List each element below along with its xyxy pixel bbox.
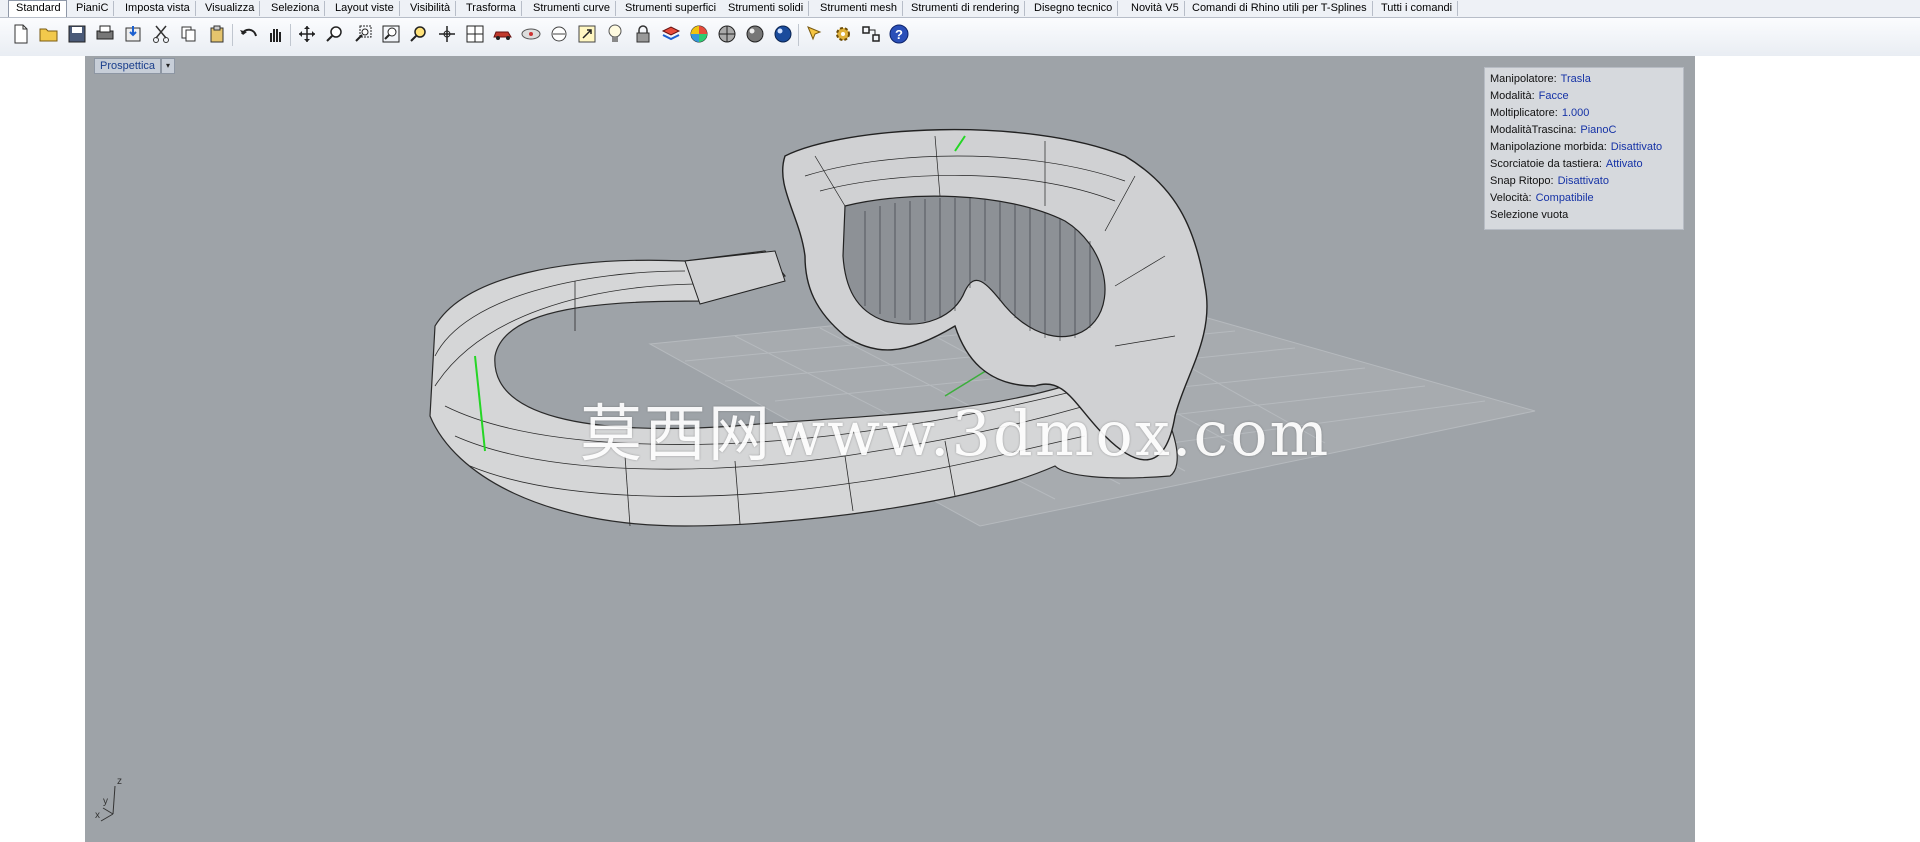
move-icon[interactable] bbox=[574, 21, 600, 47]
new-file-icon[interactable] bbox=[8, 21, 34, 47]
tab-strumenti-solidi[interactable]: Strumenti solidi bbox=[721, 1, 810, 16]
tab-disegno-tecnico[interactable]: Disegno tecnico bbox=[1027, 1, 1119, 16]
copy-icon[interactable] bbox=[176, 21, 202, 47]
gumball-row-snap-ritopo: Snap Ritopo: Disattivato bbox=[1490, 175, 1609, 187]
zoom-icon[interactable] bbox=[322, 21, 348, 47]
show-icon[interactable] bbox=[546, 21, 572, 47]
four-viewports-icon[interactable] bbox=[462, 21, 488, 47]
gumball-value[interactable]: Compatibile bbox=[1536, 192, 1594, 204]
pan-hand-icon[interactable] bbox=[262, 21, 288, 47]
gumball-value[interactable]: Disattivato bbox=[1558, 175, 1609, 187]
command-tab-bar: Standard PianiC Imposta vista Visualizza… bbox=[0, 0, 1920, 18]
gumball-value[interactable]: Facce bbox=[1539, 90, 1569, 102]
gumball-row-velocita: Velocità: Compatibile bbox=[1490, 192, 1594, 204]
svg-text:?: ? bbox=[895, 27, 903, 42]
tab-strumenti-curve[interactable]: Strumenti curve bbox=[526, 1, 617, 16]
gumball-value[interactable]: Attivato bbox=[1606, 158, 1643, 170]
zoom-selected-icon[interactable] bbox=[406, 21, 432, 47]
viewport-title[interactable]: Prospettica bbox=[94, 58, 162, 74]
axis-x-label: x bbox=[95, 810, 100, 821]
gumball-row-selezione: Selezione vuota bbox=[1490, 209, 1569, 221]
car-icon[interactable] bbox=[490, 21, 516, 47]
sphere-shaded-icon[interactable] bbox=[714, 21, 740, 47]
gumball-value[interactable]: Disattivato bbox=[1611, 141, 1662, 153]
cut-icon[interactable] bbox=[148, 21, 174, 47]
gumball-info-panel: Manipolatore: Trasla Modalità: Facce Molti… bbox=[1484, 67, 1684, 230]
standard-toolbar: ? bbox=[0, 18, 1920, 57]
viewport-menu-arrow-icon[interactable]: ▾ bbox=[161, 58, 175, 74]
lock-small-icon[interactable] bbox=[630, 21, 656, 47]
perspective-viewport[interactable]: Prospettica ▾ Manipolatore: Trasla Modali… bbox=[85, 56, 1695, 842]
axis-y-label: y bbox=[103, 796, 108, 807]
gear-icon[interactable] bbox=[830, 21, 856, 47]
paste-icon[interactable] bbox=[204, 21, 230, 47]
zoom-extents-icon[interactable] bbox=[378, 21, 404, 47]
tab-trasforma[interactable]: Trasforma bbox=[459, 1, 522, 16]
cursor-icon[interactable] bbox=[802, 21, 828, 47]
gumball-row-modalita: Modalità: Facce bbox=[1490, 90, 1569, 102]
axis-z-label: z bbox=[117, 776, 122, 787]
axes-widget: z y x bbox=[95, 776, 135, 826]
hide-icon[interactable] bbox=[518, 21, 544, 47]
tab-imposta-vista[interactable]: Imposta vista bbox=[118, 1, 196, 16]
tab-seleziona[interactable]: Seleziona bbox=[264, 1, 326, 16]
tab-visualizza[interactable]: Visualizza bbox=[198, 1, 261, 16]
layer-icon[interactable] bbox=[658, 21, 684, 47]
gumball-row-modalita-trascina: ModalitàTrascina: PianoC bbox=[1490, 124, 1617, 136]
gumball-row-manipolatore: Manipolatore: Trasla bbox=[1490, 73, 1591, 85]
tab-standard[interactable]: Standard bbox=[8, 0, 67, 17]
tab-strumenti-rendering[interactable]: Strumenti di rendering bbox=[904, 1, 1026, 16]
gumball-value[interactable]: 1.000 bbox=[1562, 107, 1590, 119]
gumball-row-scorciatoie: Scorciatoie da tastiera: Attivato bbox=[1490, 158, 1643, 170]
tab-strumenti-mesh[interactable]: Strumenti mesh bbox=[813, 1, 904, 16]
tab-tutti-comandi[interactable]: Tutti i comandi bbox=[1374, 1, 1459, 16]
watermark-text: 莫西网www.3dmox.com bbox=[580, 397, 1331, 470]
command-icon[interactable] bbox=[858, 21, 884, 47]
right-margin bbox=[1695, 56, 1920, 842]
gumball-row-moltiplicatore: Moltiplicatore: 1.000 bbox=[1490, 107, 1590, 119]
tab-novita-v5[interactable]: Novità V5 bbox=[1124, 1, 1185, 16]
undo-icon[interactable] bbox=[236, 21, 262, 47]
move-view-icon[interactable] bbox=[294, 21, 320, 47]
tab-visibilita[interactable]: Visibilità bbox=[403, 1, 457, 16]
tab-comandi-tsplines[interactable]: Comandi di Rhino utili per T-Splines bbox=[1185, 1, 1373, 16]
left-margin bbox=[0, 56, 85, 842]
tab-layout-viste[interactable]: Layout viste bbox=[328, 1, 400, 16]
tab-pianic[interactable]: PianiC bbox=[69, 1, 115, 16]
tab-strumenti-superfici[interactable]: Strumenti superfici bbox=[618, 1, 723, 16]
rotate-view-icon[interactable] bbox=[434, 21, 460, 47]
sphere-render-icon[interactable] bbox=[742, 21, 768, 47]
lightbulb-icon[interactable] bbox=[602, 21, 628, 47]
zoom-window-icon[interactable] bbox=[350, 21, 376, 47]
color-wheel-icon[interactable] bbox=[686, 21, 712, 47]
sphere-blue-icon[interactable] bbox=[770, 21, 796, 47]
gumball-row-manipolazione-morbida: Manipolazione morbida: Disattivato bbox=[1490, 141, 1663, 153]
print-icon[interactable] bbox=[92, 21, 118, 47]
import-icon[interactable] bbox=[120, 21, 146, 47]
gumball-value[interactable]: Trasla bbox=[1561, 73, 1591, 85]
help-icon[interactable]: ? bbox=[886, 21, 912, 47]
open-file-icon[interactable] bbox=[36, 21, 62, 47]
gumball-value[interactable]: PianoC bbox=[1580, 124, 1616, 136]
save-icon[interactable] bbox=[64, 21, 90, 47]
